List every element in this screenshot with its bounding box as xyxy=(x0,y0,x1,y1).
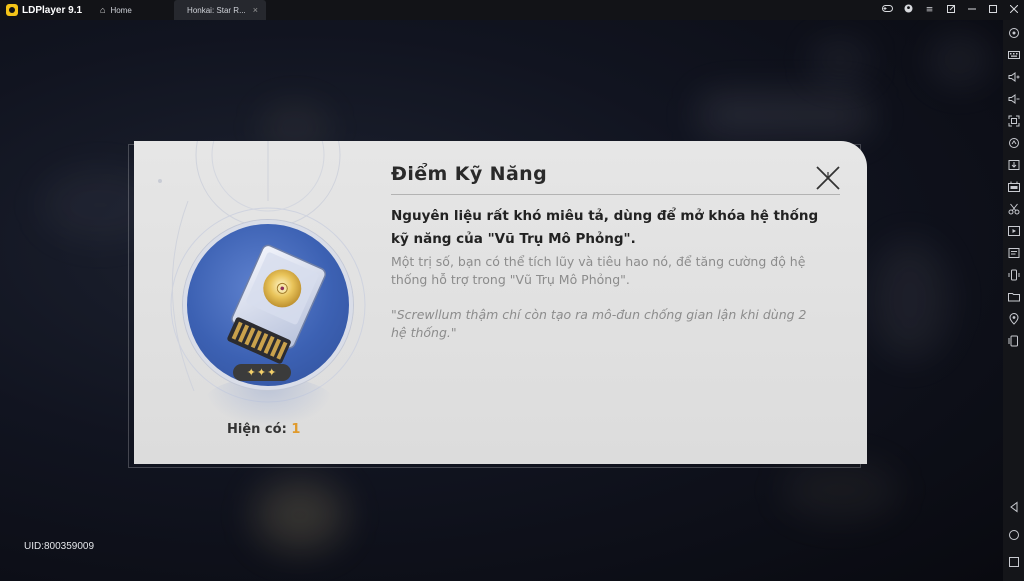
fullscreen-icon[interactable] xyxy=(1005,112,1022,129)
home-icon: ⌂ xyxy=(100,5,106,15)
item-description: Nguyên liệu rất khó miêu tả, dùng để mở … xyxy=(391,208,819,247)
shake-icon[interactable] xyxy=(1005,266,1022,283)
title-divider xyxy=(391,194,840,195)
settings-icon[interactable] xyxy=(1005,24,1022,41)
owned-count: 1 xyxy=(291,422,301,437)
emulator-title-bar: LDPlayer 9.1 ⌂ Home Honkai: Star R... × … xyxy=(0,0,1024,20)
maximize-icon[interactable] xyxy=(982,4,1003,16)
tab-game[interactable]: Honkai: Star R... × xyxy=(174,0,266,20)
window-controls: ≡ xyxy=(877,0,1024,20)
ldplayer-logo-icon xyxy=(6,4,18,16)
background-glow xyxy=(255,480,345,550)
minimize-icon[interactable] xyxy=(961,5,982,16)
rarity-stars: ✦✦✦ xyxy=(233,364,291,381)
account-icon[interactable] xyxy=(898,4,919,16)
close-icon[interactable] xyxy=(1003,4,1024,16)
multi-instance-icon[interactable] xyxy=(1005,332,1022,349)
owned-quantity: Hiện có: 1 xyxy=(227,422,300,437)
app-name: LDPlayer 9.1 xyxy=(22,4,83,16)
background-glow xyxy=(780,460,900,520)
recent-apps-icon[interactable] xyxy=(1005,553,1022,570)
record-icon[interactable] xyxy=(1005,222,1022,239)
folder-icon[interactable] xyxy=(1005,288,1022,305)
tab-game-label: Honkai: Star R... xyxy=(187,5,246,15)
volume-down-icon[interactable] xyxy=(1005,90,1022,107)
background-glow xyxy=(700,95,870,135)
background-glow xyxy=(870,240,950,360)
install-apk-icon[interactable] xyxy=(1005,156,1022,173)
script-icon[interactable] xyxy=(1005,244,1022,261)
keyboard-icon[interactable] xyxy=(1005,46,1022,63)
app-logo: LDPlayer 9.1 xyxy=(0,4,86,16)
volume-up-icon[interactable] xyxy=(1005,68,1022,85)
item-detail-dialog: ✦✦✦ Hiện có: 1 Điểm Kỹ Năng Nguyên liệu … xyxy=(134,141,867,464)
player-uid: UID:800359009 xyxy=(24,541,95,552)
gamepad-icon[interactable] xyxy=(877,4,898,16)
back-icon[interactable] xyxy=(1005,498,1022,515)
background-glow xyxy=(810,40,870,80)
item-detail-text: Một trị số, bạn có thể tích lũy và tiêu … xyxy=(391,254,806,287)
item-flavor-quote: "Screwllum thậm chí còn tạo ra mô-đun ch… xyxy=(391,307,807,340)
tab-home-label: Home xyxy=(110,5,132,15)
dialog-close-button[interactable] xyxy=(811,161,845,195)
background-glow xyxy=(930,35,990,85)
home-circle-icon[interactable] xyxy=(1005,526,1022,543)
fps-icon[interactable] xyxy=(1005,178,1022,195)
menu-icon[interactable]: ≡ xyxy=(919,5,940,15)
close-x-icon xyxy=(816,166,840,190)
tab-close-icon[interactable]: × xyxy=(253,5,258,15)
popout-icon[interactable] xyxy=(940,4,961,16)
location-icon[interactable] xyxy=(1005,310,1022,327)
item-title: Điểm Kỹ Năng xyxy=(391,163,548,185)
tab-home[interactable]: ⌂ Home xyxy=(86,0,174,20)
owned-label: Hiện có: xyxy=(227,422,287,437)
scissors-icon[interactable] xyxy=(1005,200,1022,217)
emulator-sidebar xyxy=(1003,20,1024,581)
rotate-icon[interactable] xyxy=(1005,134,1022,151)
